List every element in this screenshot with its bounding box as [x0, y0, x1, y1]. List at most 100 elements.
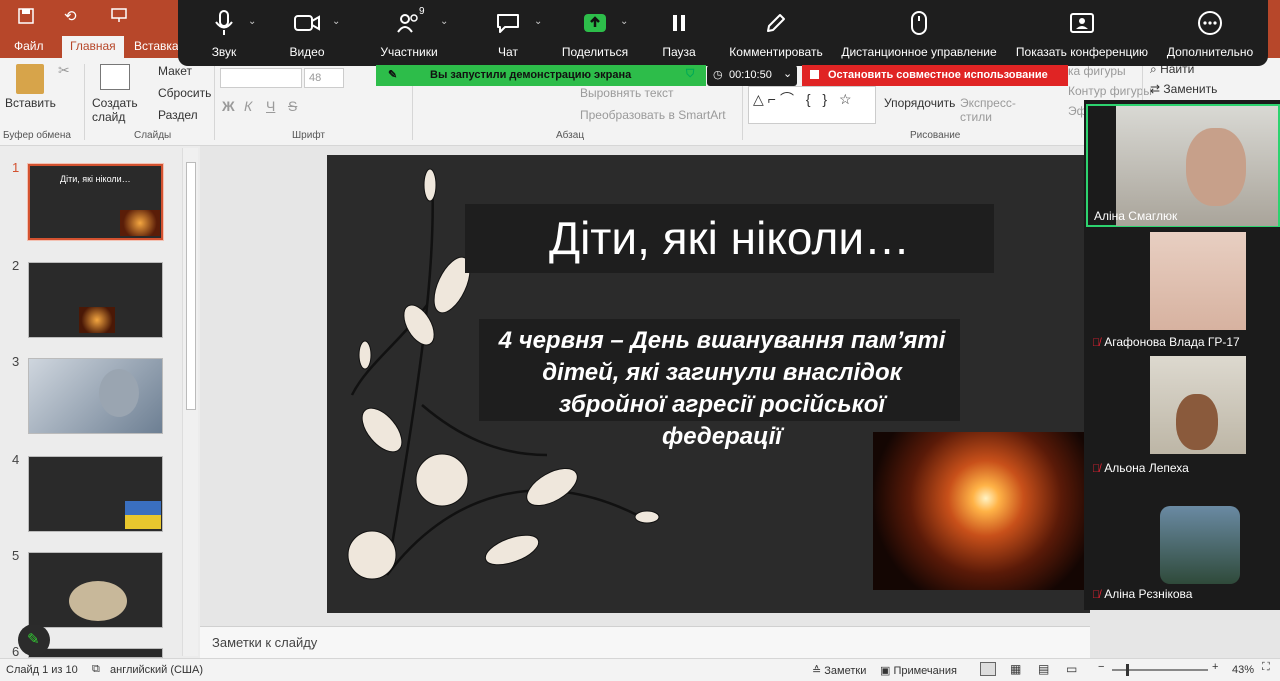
present-icon[interactable] — [110, 7, 128, 26]
reset-button[interactable]: Сбросить — [158, 86, 211, 100]
slide-thumbnail-1[interactable]: Діти, які ніколи… — [27, 163, 164, 241]
pause-button[interactable]: Пауза — [656, 8, 702, 59]
group-slides-label: Слайды — [134, 130, 172, 141]
notes-button[interactable]: ≙ Заметки — [812, 664, 866, 677]
candle-photo[interactable] — [873, 432, 1090, 590]
thumbnails-scrollbar[interactable] — [182, 148, 198, 656]
video-button[interactable]: Видео — [282, 8, 332, 59]
zoom-slider-thumb[interactable] — [1126, 664, 1129, 676]
language-indicator[interactable]: английский (США) — [110, 664, 203, 676]
italic-button[interactable]: К — [244, 98, 252, 114]
thumb-number: 3 — [12, 354, 20, 369]
layout-button[interactable]: Макет — [158, 64, 192, 78]
chat-icon — [484, 8, 532, 38]
slide-thumbnail-5[interactable] — [28, 552, 163, 628]
slide-thumbnail-4[interactable] — [28, 456, 163, 532]
remote-control-button[interactable]: Дистанционное управление — [836, 8, 1002, 59]
chevron-down-icon[interactable]: ⌄ — [620, 16, 628, 27]
tab-file[interactable]: Файл — [6, 36, 52, 58]
slideshow-icon[interactable]: ▭ — [1066, 662, 1077, 676]
camera-icon — [282, 8, 332, 38]
strike-button[interactable]: S — [288, 98, 297, 114]
current-slide[interactable]: Діти, які ніколи… 4 червня – День вшанув… — [327, 155, 1090, 613]
chevron-down-icon[interactable]: ⌄ — [248, 16, 256, 27]
align-text-button[interactable]: Выровнять текст — [580, 86, 673, 100]
normal-view-icon[interactable] — [980, 662, 996, 676]
stop-share-button[interactable]: Остановить совместное использование — [802, 65, 1068, 86]
underline-button[interactable]: Ч — [266, 98, 275, 114]
remote-control-label: Дистанционное управление — [841, 45, 997, 59]
chevron-down-icon[interactable]: ⌄ — [332, 16, 340, 27]
chevron-down-icon[interactable]: ⌄ — [534, 16, 542, 27]
thumbnails-pane: 1 Діти, які ніколи… 2 3 4 5 6 ✎ — [0, 146, 200, 659]
paste-icon[interactable] — [16, 64, 44, 94]
title-box[interactable]: Діти, які ніколи… — [465, 204, 994, 273]
participant-tile[interactable]: 🎙̸ Альона Лепеха — [1086, 354, 1280, 477]
divider — [214, 64, 215, 140]
participants-button[interactable]: Участники — [374, 8, 444, 59]
timer-pill[interactable]: ◷ 00:10:50 ⌄ — [707, 65, 797, 86]
annotate-label: Комментировать — [729, 45, 823, 59]
chat-label: Чат — [498, 45, 518, 59]
chat-button[interactable]: Чат — [484, 8, 532, 59]
replace-label: Заменить — [1163, 82, 1218, 96]
participant-name: Аліна Рєзнікова — [1104, 587, 1193, 601]
stop-share-label: Остановить совместное использование — [828, 69, 1048, 81]
cut-icon[interactable]: ✂ — [58, 62, 70, 79]
child-image — [99, 369, 139, 417]
notes-pane[interactable]: Заметки к слайду — [200, 626, 1090, 658]
section-button[interactable]: Раздел — [158, 108, 198, 122]
participant-avatar — [1160, 506, 1240, 584]
pencil-icon — [724, 8, 828, 38]
comments-button[interactable]: ▣ Примечания — [880, 664, 957, 677]
audio-button[interactable]: Звук — [200, 8, 248, 59]
zoom-out-icon[interactable]: − — [1098, 661, 1104, 673]
shapes-gallery[interactable]: △⌐⌒ { } ☆ — [748, 86, 876, 124]
face-image — [1176, 394, 1218, 450]
font-name-field[interactable] — [220, 68, 302, 88]
participant-video — [1150, 232, 1246, 330]
participant-tile[interactable]: 🎙̸ Агафонова Влада ГР-17 — [1086, 228, 1280, 351]
bold-button[interactable]: Ж — [222, 98, 235, 114]
participant-video — [1150, 356, 1246, 454]
zoom-level[interactable]: 43% — [1232, 664, 1254, 676]
thumb-number: 4 — [12, 452, 20, 467]
reading-view-icon[interactable]: ▤ — [1038, 662, 1049, 676]
save-icon[interactable] — [18, 8, 34, 27]
more-button[interactable]: Дополнительно — [1162, 8, 1258, 59]
participant-tile[interactable]: 🎙̸ Аліна Рєзнікова — [1086, 480, 1280, 603]
arrange-button[interactable]: Упорядочить — [884, 96, 955, 110]
slide-thumbnail-6[interactable] — [28, 648, 163, 658]
shape-fill-button[interactable]: ка фигуры — [1068, 64, 1126, 78]
slide-thumbnail-2[interactable] — [28, 262, 163, 338]
participants-icon — [374, 8, 444, 38]
font-size-field[interactable]: 48 — [304, 68, 344, 88]
participant-tile[interactable]: Аліна Смаглюк — [1086, 104, 1280, 227]
spellcheck-icon[interactable]: ⧉ — [92, 663, 100, 676]
share-status-text: Вы запустили демонстрацию экрана — [430, 69, 632, 81]
sorter-view-icon[interactable]: ▦ — [1010, 662, 1021, 676]
paste-button[interactable]: Вставить — [5, 96, 56, 110]
annotate-button[interactable]: Комментировать — [724, 8, 828, 59]
participants-count: 9 — [419, 6, 425, 17]
undo-icon[interactable]: ⟲ — [64, 7, 77, 25]
quick-styles-button[interactable]: Экспресс-стили — [960, 96, 1020, 124]
pin-icon[interactable]: ✎ — [388, 68, 397, 81]
smartart-button[interactable]: Преобразовать в SmartArt — [580, 108, 726, 122]
annotate-float-button[interactable]: ✎ — [18, 624, 50, 656]
shape-outline-button[interactable]: Контур фигуры — [1068, 84, 1152, 98]
zoom-participants-panel: Аліна Смаглюк 🎙̸ Агафонова Влада ГР-17 🎙̸… — [1084, 100, 1280, 610]
thumb-number: 2 — [12, 258, 20, 273]
replace-button[interactable]: ⇄ Заменить — [1150, 82, 1217, 96]
show-meeting-button[interactable]: Показать конференцию — [1010, 8, 1154, 59]
scrollbar-thumb[interactable] — [186, 162, 196, 410]
tab-home[interactable]: Главная — [62, 36, 124, 58]
child-image — [69, 581, 127, 621]
new-slide-icon[interactable] — [100, 64, 130, 90]
slide-thumbnail-3[interactable] — [28, 358, 163, 434]
zoom-in-icon[interactable]: + — [1212, 661, 1218, 673]
chevron-down-icon[interactable]: ⌄ — [440, 16, 448, 27]
zoom-slider[interactable] — [1112, 664, 1208, 676]
new-slide-button[interactable]: Создать слайд — [92, 96, 140, 124]
fit-slide-icon[interactable]: ⛶ — [1262, 661, 1270, 674]
